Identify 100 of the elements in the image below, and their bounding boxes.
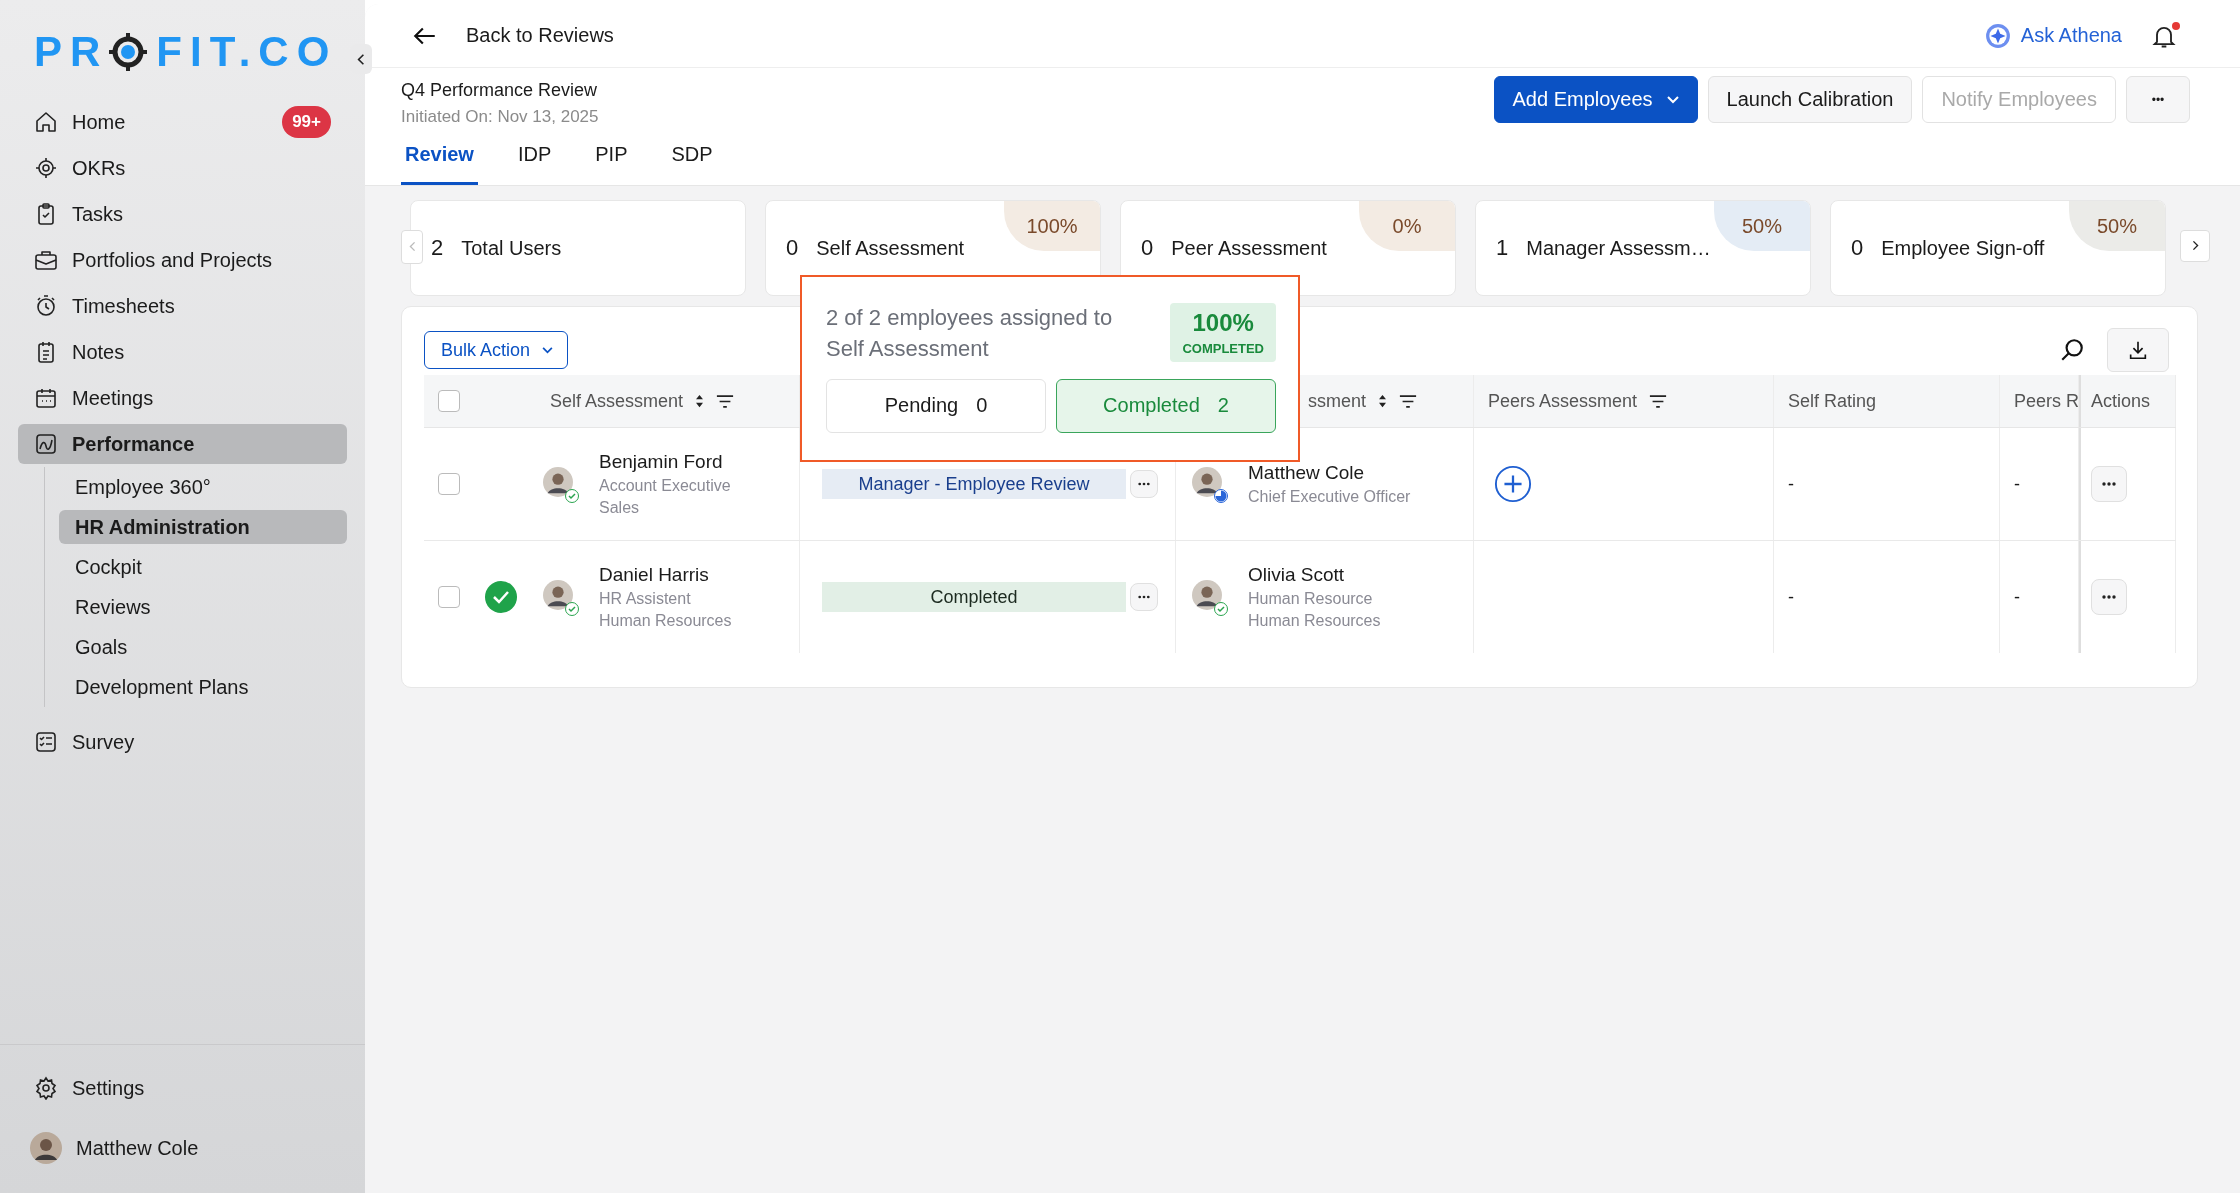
user-profile[interactable]: Matthew Cole [18,1128,347,1168]
more-icon [2102,595,2116,599]
employee-detail: Sales [599,499,641,517]
download-button[interactable] [2107,328,2169,372]
stat-label: Self Assessment [816,236,965,260]
status-filter[interactable]: Completed 2 [1056,378,1276,433]
percent-badge: 100% [1004,201,1100,251]
percent-badge: 50% [1714,201,1810,251]
settings-item[interactable]: Settings [18,1068,347,1108]
sort-icon[interactable] [695,394,705,408]
percent-badge: 0% [1359,201,1455,251]
employee-detail: Human Resources [599,612,732,630]
manager-name: Matthew Cole [1248,462,1366,484]
chevron-left-icon [357,52,365,66]
column-header[interactable]: ssment [1308,390,1367,412]
status-filter[interactable]: Pending 0 [826,378,1046,433]
sidebar-item[interactable]: OKRs [18,148,347,188]
sidebar-subitem[interactable]: Goals [59,630,347,664]
avatar [1192,580,1222,610]
more-button[interactable]: ••• [2126,76,2190,123]
sidebar-item[interactable]: Notes [18,332,347,372]
tab[interactable]: PIP [591,139,632,185]
more-button[interactable] [2091,466,2127,502]
filter-icon[interactable] [716,394,735,408]
tab[interactable]: IDP [513,139,556,185]
percent-badge: 50% [2069,201,2165,251]
initiated-date: Initiated On: Nov 13, 2025 [401,107,599,127]
employee-name: Daniel Harris [599,564,710,586]
sidebar-item[interactable]: Portfolios and Projects [18,240,347,280]
column-header[interactable]: Actions [2091,390,2151,412]
stat-card[interactable]: 2 Total Users [410,200,746,296]
target-icon [108,32,149,72]
sidebar-item[interactable]: Home 99+ [18,102,347,142]
logo-text: PR [34,28,109,76]
rating-value: - [2014,473,2020,495]
sidebar-item[interactable]: Timesheets [18,286,347,326]
sidebar-item[interactable]: Meetings [18,378,347,418]
column-header[interactable]: Peers Assessment [1488,390,1638,412]
stat-label: Employee Sign-off [1881,236,2045,260]
search-icon[interactable] [2059,337,2085,363]
stat-label: Total Users [461,236,562,260]
more-button[interactable] [2091,579,2127,615]
sidebar-subitem[interactable]: Cockpit [59,550,347,584]
sidebar-subitem[interactable]: HR Administration [59,510,347,544]
add-icon[interactable] [1494,465,1532,503]
action-button[interactable]: Add Employees [1493,76,1698,123]
tab[interactable]: Review [401,139,478,185]
checkbox[interactable] [438,390,460,412]
filter-icon[interactable] [1399,394,1418,408]
stat-card[interactable]: 1 Manager Assessm… 50% [1475,200,1811,296]
stat-count: 0 [786,235,799,261]
ask-athena-button[interactable]: Ask Athena [1984,22,2122,49]
more-icon [2102,482,2116,486]
avatar [30,1132,62,1164]
download-icon [2127,339,2149,361]
stat-count: 1 [1496,235,1509,261]
chevron-right-icon [2191,239,2199,251]
stat-count: 2 [431,235,444,261]
column-header[interactable]: Peers R [2014,390,2078,412]
sidebar-subitem[interactable]: Employee 360° [59,470,347,504]
rating-value: - [2014,586,2020,608]
sparkle-icon [1984,22,2011,49]
filter-icon[interactable] [1649,394,1668,408]
completion-badge: 100% COMPLETED [1170,303,1276,362]
nav-icon [34,432,58,456]
settings-icon [34,1076,58,1100]
nav-icon [34,156,58,180]
nav-icon [34,294,58,318]
more-icon [1138,482,1150,486]
manager-detail: Human Resource [1248,590,1374,608]
avatar [1192,467,1222,497]
avatar [543,580,573,610]
stat-label: Manager Assessm… [1526,236,1711,260]
employee-detail: HR Assistent [599,590,692,608]
manager-name: Olivia Scott [1248,564,1346,586]
avatar [543,467,573,497]
employee-name: Benjamin Ford [599,451,724,473]
sidebar-item[interactable]: Performance [18,424,347,464]
caret-icon [1666,95,1679,104]
tab[interactable]: SDP [667,139,717,185]
sort-icon[interactable] [1378,394,1388,408]
checkbox[interactable] [438,586,460,608]
sidebar-subitem[interactable]: Reviews [59,590,347,624]
sidebar-item[interactable]: Survey [18,722,347,762]
bulk-action-button[interactable]: Bulk Action [424,331,569,369]
chevron-left-icon [408,240,416,252]
nav-icon [34,386,58,410]
action-button[interactable]: Launch Calibration [1707,76,1913,123]
column-header[interactable]: Self Rating [1788,390,1877,412]
stat-card[interactable]: 0 Employee Sign-off 50% [1830,200,2166,296]
back-link[interactable]: Back to Reviews [466,24,614,47]
sidebar-item[interactable]: Tasks [18,194,347,234]
sidebar-subitem[interactable]: Development Plans [59,670,347,704]
stage-status: Completed [822,582,1126,612]
rating-value: - [1788,586,1794,608]
column-header[interactable]: Self Assessment [549,390,684,412]
popup-text: 2 of 2 employees assigned to Self Assessment [826,304,1114,363]
checkbox[interactable] [438,473,460,495]
stat-count: 0 [1851,235,1864,261]
employee-detail: Account Executive [599,477,731,495]
